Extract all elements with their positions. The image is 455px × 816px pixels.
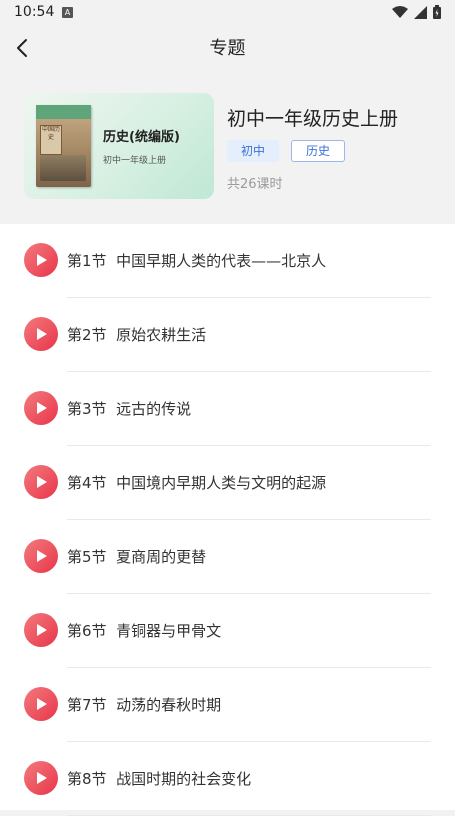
- play-icon[interactable]: [24, 687, 58, 721]
- play-icon[interactable]: [24, 391, 58, 425]
- play-icon[interactable]: [24, 465, 58, 499]
- lesson-number: 第2节: [67, 326, 107, 344]
- lesson-number: 第1节: [67, 252, 107, 270]
- cover-title: 历史(统编版): [103, 130, 180, 145]
- lesson-item[interactable]: 第3节 远古的传说: [0, 372, 455, 446]
- page-title: 专题: [209, 38, 246, 59]
- lesson-title: 第6节 青铜器与甲骨文: [67, 620, 221, 641]
- nav-bar: 专题: [0, 26, 455, 66]
- lesson-item[interactable]: 第1节 中国早期人类的代表——北京人: [0, 224, 455, 298]
- play-icon[interactable]: [24, 539, 58, 573]
- lesson-item[interactable]: 第4节 中国境内早期人类与文明的起源: [0, 446, 455, 520]
- lesson-name: 夏商周的更替: [116, 548, 207, 566]
- lesson-title: 第2节 原始农耕生活: [67, 324, 206, 345]
- lesson-number: 第5节: [67, 548, 107, 566]
- course-cover: 中国历史 历史(统编版) 初中一年级上册: [24, 93, 214, 199]
- lesson-name: 原始农耕生活: [116, 326, 207, 344]
- status-time: 10:54: [14, 4, 55, 20]
- lesson-item[interactable]: 第8节 战国时期的社会变化: [0, 742, 455, 816]
- play-icon[interactable]: [24, 761, 58, 795]
- status-bar: 10:54 A: [0, 0, 455, 26]
- lesson-title: 第4节 中国境内早期人类与文明的起源: [67, 472, 326, 493]
- lesson-number: 第4节: [67, 474, 107, 492]
- lesson-title: 第3节 远古的传说: [67, 398, 191, 419]
- lesson-name: 中国境内早期人类与文明的起源: [116, 474, 327, 492]
- status-icons: [392, 5, 441, 19]
- play-icon[interactable]: [24, 243, 58, 277]
- notification-icon: A: [62, 7, 73, 18]
- lesson-title: 第8节 战国时期的社会变化: [67, 768, 251, 789]
- book-cover-image: 中国历史: [36, 105, 91, 187]
- lesson-number: 第8节: [67, 770, 107, 788]
- lesson-item[interactable]: 第5节 夏商周的更替: [0, 520, 455, 594]
- cover-subtitle: 初中一年级上册: [103, 156, 167, 166]
- lesson-number: 第6节: [67, 622, 107, 640]
- lesson-title: 第7节 动荡的春秋时期: [67, 694, 221, 715]
- lesson-name: 中国早期人类的代表——北京人: [116, 252, 327, 270]
- battery-icon: [433, 5, 441, 19]
- signal-icon: [414, 5, 427, 19]
- course-header: 中国历史 历史(统编版) 初中一年级上册 初中一年级历史上册 初中 历史 共26…: [0, 66, 455, 224]
- wifi-icon: [392, 5, 408, 18]
- course-title: 初中一年级历史上册: [227, 108, 399, 130]
- play-icon[interactable]: [24, 317, 58, 351]
- lesson-item[interactable]: 第6节 青铜器与甲骨文: [0, 594, 455, 668]
- lesson-name: 战国时期的社会变化: [116, 770, 252, 788]
- lesson-count: 共26课时: [227, 177, 283, 192]
- tag-subject: 历史: [291, 140, 346, 162]
- course-tags: 初中 历史: [227, 140, 346, 162]
- book-seal: 中国历史: [40, 125, 62, 155]
- tag-grade: 初中: [227, 140, 280, 162]
- lesson-title: 第5节 夏商周的更替: [67, 546, 206, 567]
- lesson-name: 远古的传说: [116, 400, 192, 418]
- lesson-number: 第3节: [67, 400, 107, 418]
- lesson-number: 第7节: [67, 696, 107, 714]
- lesson-name: 青铜器与甲骨文: [116, 622, 222, 640]
- lesson-name: 动荡的春秋时期: [116, 696, 222, 714]
- lesson-item[interactable]: 第7节 动荡的春秋时期: [0, 668, 455, 742]
- lesson-list: 第1节 中国早期人类的代表——北京人 第2节 原始农耕生活 第3节 远古的传说 第4节…: [0, 224, 455, 816]
- lesson-title: 第1节 中国早期人类的代表——北京人: [67, 250, 326, 271]
- lesson-item[interactable]: 第2节 原始农耕生活: [0, 298, 455, 372]
- play-icon[interactable]: [24, 613, 58, 647]
